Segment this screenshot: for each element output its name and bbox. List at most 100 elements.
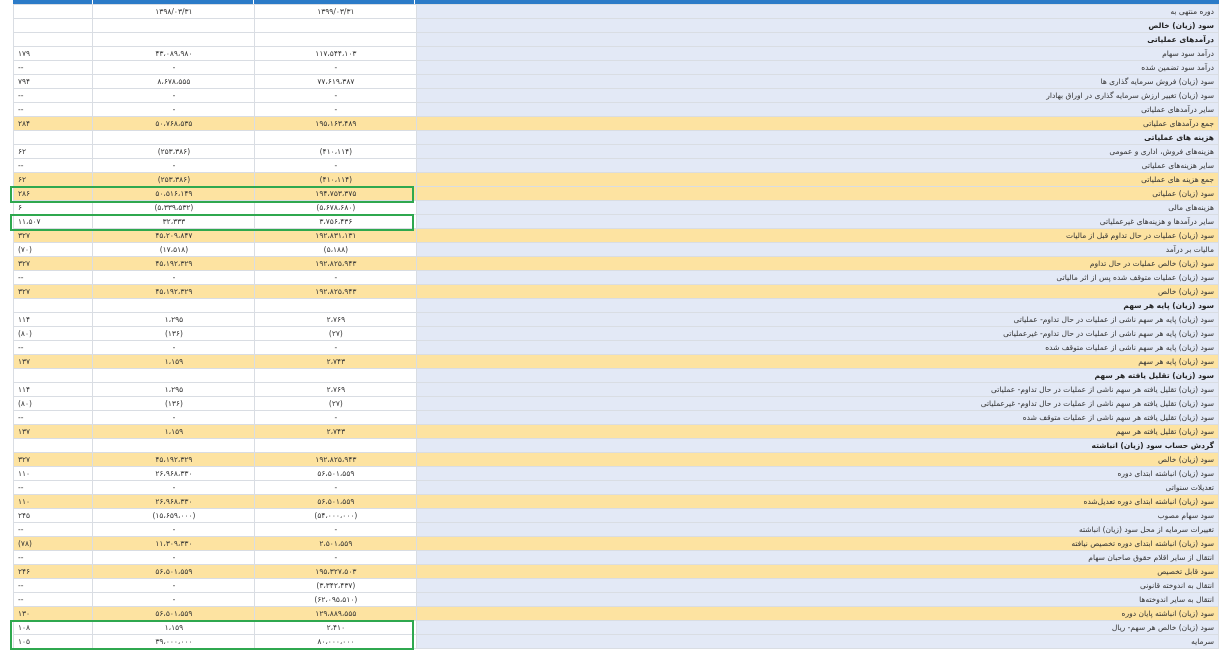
previous-period-cell	[92, 32, 256, 47]
table-row: ۳۲۷ ۴۵،۱۹۲،۳۲۹ ۱۹۲،۸۲۵،۹۴۳ سود (زیان) خالص	[12, 284, 1219, 299]
previous-period-cell: ۳۹،۰۰۰،۰۰۰	[92, 634, 256, 649]
current-period-cell: (۲۷)	[254, 326, 418, 341]
table-row: ۳۲۷ ۴۵،۱۹۲،۳۲۹ ۱۹۲،۸۲۵،۹۴۳ سود (زیان) خالص …	[12, 256, 1219, 271]
previous-period-cell: -	[92, 102, 256, 117]
previous-period-cell: -	[92, 158, 256, 173]
current-period-cell: (۲۷)	[254, 396, 418, 411]
table-row: سود (زیان) تقلیل یافته هر سهم	[12, 368, 1219, 383]
current-period-cell: (۵۴،۰۰۰،۰۰۰)	[254, 508, 418, 523]
table-row: ۱۳۰ ۵۶،۵۰۱،۵۵۹ ۱۲۹،۸۸۹،۵۵۵ سود (زیان) انباش…	[12, 606, 1219, 621]
table-row: (۷۸) ۱۱،۳۰۹،۳۳۰ ۲،۵۰۱،۵۵۹ سود (زیان) انباشت…	[12, 536, 1219, 551]
current-period-cell: (۳،۳۴۲،۴۳۷)	[254, 578, 418, 593]
current-period-cell: ۲،۴۱۰	[254, 620, 418, 635]
change-cell: --	[12, 578, 94, 593]
table-row: ۱۱۴ ۱،۲۹۵ ۲،۷۶۹ سود (زیان) پایه هر سهم ناشی…	[12, 312, 1219, 327]
row-label: سود (زیان) تغییر ارزش سرمایه گذاری در او…	[416, 88, 1219, 103]
table-row: ۲۴۵ (۱۵،۶۵۹،۰۰۰) (۵۴،۰۰۰،۰۰۰) سود سهام مصوب	[12, 508, 1219, 523]
table-row: ۶۲ (۲۵۳،۳۸۶) (۴۱۰،۱۱۴) هزینه‌های فروش، ادار…	[12, 144, 1219, 159]
row-label: سود (زیان) پایه هر سهم	[416, 354, 1219, 369]
current-period-cell: -	[254, 60, 418, 75]
current-period-cell	[254, 368, 418, 383]
row-label: سود (زیان) تقلیل یافته هر سهم	[416, 424, 1219, 439]
table-row: گردش حساب سود (زیان) انباشته	[12, 438, 1219, 453]
table-row: -- - - تعدیلات سنواتی	[12, 480, 1219, 495]
current-period-cell	[254, 130, 418, 145]
change-cell: (۷۰)	[12, 242, 94, 257]
previous-period-cell: ۵۰،۵۱۶،۱۴۹	[92, 186, 256, 201]
current-period-cell: ۱۹۵،۳۲۷،۵۰۳	[254, 564, 418, 579]
table-row: ۱۱۰ ۲۶،۹۶۸،۳۳۰ ۵۶،۵۰۱،۵۵۹ سود (زیان) انباشت…	[12, 494, 1219, 509]
row-label: سایر هزینه‌های عملیاتی	[416, 158, 1219, 173]
previous-period-cell: ۴۵،۱۹۲،۳۲۹	[92, 256, 256, 271]
current-period-cell	[254, 438, 418, 453]
table-row: -- - - سود (زیان) عملیات متوقف شده پس از اث…	[12, 270, 1219, 285]
previous-period-cell: ۲۶،۹۶۸،۳۳۰	[92, 466, 256, 481]
table-row: ۳۲۷ ۴۵،۲۰۹،۸۴۷ ۱۹۲،۸۳۱،۱۳۱ سود (زیان) عملیا…	[12, 228, 1219, 243]
current-period-cell: ۱۹۲،۸۲۵،۹۴۳	[254, 256, 418, 271]
previous-period-cell: -	[92, 592, 256, 607]
row-label: سود (زیان) انباشته ابتدای دوره	[416, 466, 1219, 481]
change-cell: ۲۸۶	[12, 186, 94, 201]
row-label: سود (زیان) انباشته پایان دوره	[416, 606, 1219, 621]
change-cell: ۲۴۵	[12, 508, 94, 523]
row-label: انتقال از سایر اقلام حقوق صاحبان سهام	[416, 550, 1219, 565]
table-row: ۲۸۴ ۵۰،۷۶۸،۵۳۵ ۱۹۵،۱۶۳،۴۸۹ جمع درآمدهای عمل…	[12, 116, 1219, 131]
row-label: سود (زیان) انباشته ابتدای دوره تعدیل‌شده	[416, 494, 1219, 509]
change-cell	[12, 18, 94, 33]
previous-period-cell: ۵۰،۷۶۸،۵۳۵	[92, 116, 256, 131]
previous-period-cell: -	[92, 88, 256, 103]
previous-period-cell	[92, 438, 256, 453]
previous-period-cell: ۸،۶۷۸،۵۵۵	[92, 74, 256, 89]
current-period-cell: ۲،۷۴۳	[254, 354, 418, 369]
table-row: ۱۰۵ ۳۹،۰۰۰،۰۰۰ ۸۰،۰۰۰،۰۰۰ سرمایه	[12, 634, 1219, 649]
change-cell: ۱۳۰	[12, 606, 94, 621]
table-row: ۱۱،۵۰۷ ۳۲،۳۳۳ ۳،۷۵۶،۴۳۶ سایر درآمدها و هزین…	[12, 214, 1219, 229]
change-cell: ۲۴۶	[12, 564, 94, 579]
row-label: هزینه‌های فروش، اداری و عمومی	[416, 144, 1219, 159]
row-label: درآمد سود سهام	[416, 46, 1219, 61]
change-cell: --	[12, 60, 94, 75]
table-row: ۶ (۵،۳۳۹،۵۳۲) (۵،۶۷۸،۶۸۰) هزینه‌های مالی	[12, 200, 1219, 215]
previous-period-cell: ۴۵،۱۹۲،۳۲۹	[92, 452, 256, 467]
row-label: سایر درآمدها و هزینه‌های غیرعملیاتی	[416, 214, 1219, 229]
table-row: (۸۰) (۱۳۶) (۲۷) سود (زیان) تقلیل یافته هر س…	[12, 396, 1219, 411]
row-label: مالیات بر درآمد	[416, 242, 1219, 257]
row-label: درآمد سود تضمین شده	[416, 60, 1219, 75]
change-cell: ۱۱۴	[12, 382, 94, 397]
current-period-cell: (۵،۶۷۸،۶۸۰)	[254, 200, 418, 215]
current-period-cell: -	[254, 340, 418, 355]
previous-period-cell: (۱۵،۶۵۹،۰۰۰)	[92, 508, 256, 523]
current-period-cell: ۲،۵۰۱،۵۵۹	[254, 536, 418, 551]
previous-period-cell: -	[92, 578, 256, 593]
change-cell: --	[12, 550, 94, 565]
change-cell: ۶۲	[12, 172, 94, 187]
change-cell: ۱۰۵	[12, 634, 94, 649]
row-label: سود (زیان) تقلیل یافته هر سهم	[416, 368, 1219, 383]
table-row: -- - - درآمد سود تضمین شده	[12, 60, 1219, 75]
current-period-cell: (۶۲،۰۹۵،۵۱۰)	[254, 592, 418, 607]
current-period-cell: ۵۶،۵۰۱،۵۵۹	[254, 494, 418, 509]
row-label: سود (زیان) خالص	[416, 18, 1219, 33]
table-row: -- - - سایر هزینه‌های عملیاتی	[12, 158, 1219, 173]
row-label: سود (زیان) انباشته ابتدای دوره تخصیص نیا…	[416, 536, 1219, 551]
change-cell: ۶۲	[12, 144, 94, 159]
previous-period-cell	[92, 298, 256, 313]
current-period-cell	[254, 18, 418, 33]
current-period-cell: ۸۰،۰۰۰،۰۰۰	[254, 634, 418, 649]
row-label: هزینه های عملیاتی	[416, 130, 1219, 145]
row-label: سود (زیان) پایه هر سهم	[416, 298, 1219, 313]
current-period-cell: (۴۱۰،۱۱۴)	[254, 144, 418, 159]
current-period-cell: -	[254, 158, 418, 173]
change-cell: ۳۲۷	[12, 452, 94, 467]
table-row: (۸۰) (۱۳۶) (۲۷) سود (زیان) پایه هر سهم ناشی…	[12, 326, 1219, 341]
row-label: سود (زیان) فروش سرمایه گذاری ها	[416, 74, 1219, 89]
previous-period-cell: (۲۵۳،۳۸۶)	[92, 144, 256, 159]
row-label: انتقال به اندوخته قانونی	[416, 578, 1219, 593]
current-period-cell: ۱۲۹،۸۸۹،۵۵۵	[254, 606, 418, 621]
current-period-cell: ۲،۷۴۳	[254, 424, 418, 439]
change-cell: --	[12, 522, 94, 537]
previous-period-cell: ۱،۱۵۹	[92, 424, 256, 439]
previous-period-cell: (۵،۳۳۹،۵۳۲)	[92, 200, 256, 215]
previous-period-cell: ۲۶،۹۶۸،۳۳۰	[92, 494, 256, 509]
table-row: ۱۳۹۸/۰۳/۳۱ ۱۳۹۹/۰۳/۳۱ دوره منتهی به	[12, 4, 1219, 19]
